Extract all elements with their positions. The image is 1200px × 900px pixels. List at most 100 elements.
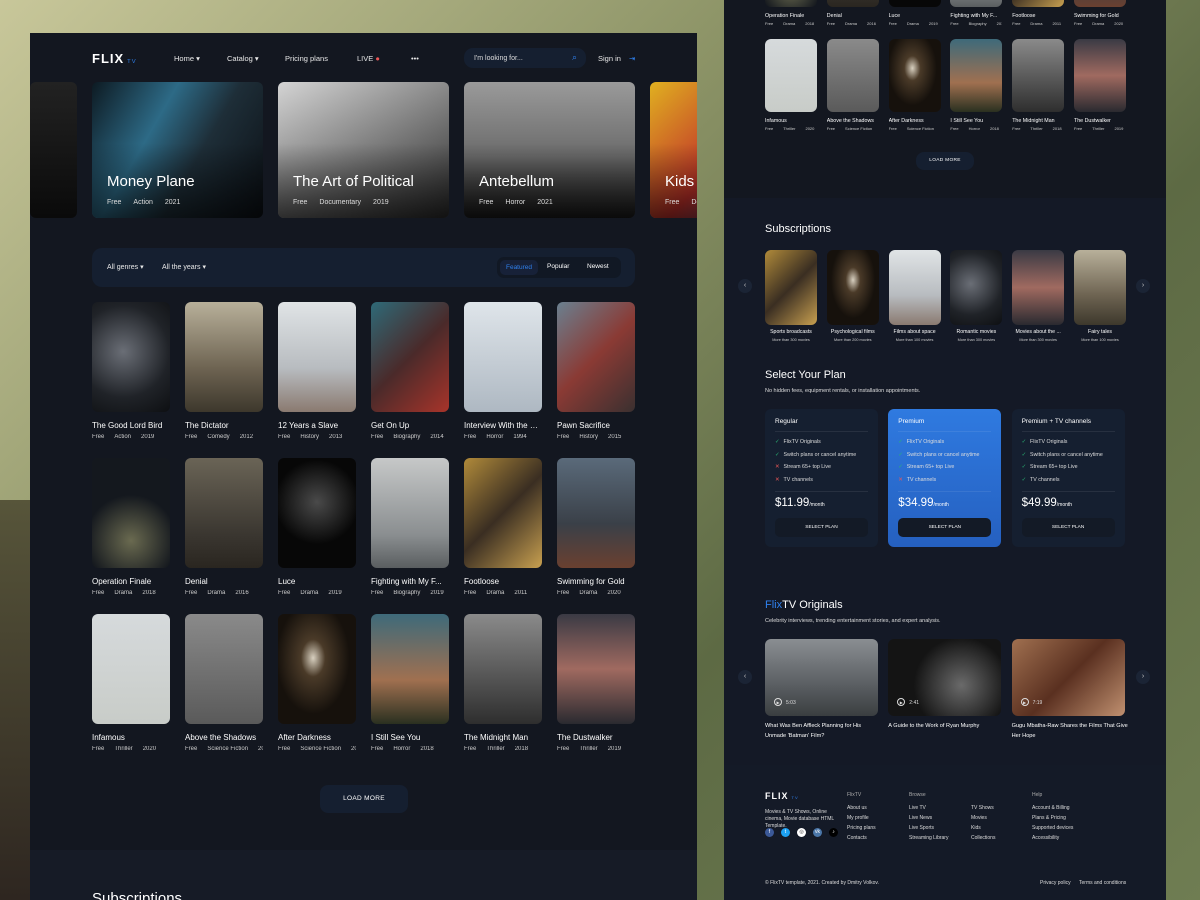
original-video-card[interactable]: ▶ 7:19 [1011,639,1125,716]
more-menu-icon[interactable]: ••• [411,54,419,63]
hero-card[interactable]: The Art of Political Free Documentary 2019 [278,82,449,218]
footer-link[interactable]: Plans & Pricing [1032,815,1066,821]
movie-title[interactable]: Swimming for Gold [557,577,635,586]
select-plan-button[interactable]: SELECT PLAN [1021,518,1115,537]
prev-arrow-icon[interactable]: ‹ [738,670,752,684]
movie-poster[interactable] [464,302,542,412]
hero-card[interactable]: Antebellum Free Horror 2021 [464,82,635,218]
movie-poster[interactable] [826,0,879,7]
genre-dropdown[interactable]: All genres ▾ [107,263,144,271]
original-video-card[interactable]: ▶ 5:03 [765,639,878,716]
subscription-card[interactable] [1074,250,1126,325]
footer-link[interactable]: TV Shows [971,805,994,811]
subscription-card[interactable] [1012,250,1065,325]
movie-title[interactable]: Above the Shadows [827,118,879,124]
privacy-link[interactable]: Privacy policy [1040,880,1071,886]
footer-logo[interactable]: FLIX TV [765,791,799,801]
movie-title[interactable]: Operation Finale [92,577,170,586]
subscription-card[interactable] [826,250,879,325]
play-icon[interactable]: ▶ [1020,698,1029,706]
footer-link[interactable]: Contacts [847,835,867,841]
movie-poster[interactable] [1074,39,1126,112]
movie-poster[interactable] [371,458,449,568]
original-title[interactable]: Gugu Mbatha-Raw Shares the Films That Gi… [1012,721,1130,741]
movie-title[interactable]: The Good Lord Bird [92,421,170,430]
logo[interactable]: FLIX TV [92,51,137,66]
subscription-card[interactable] [888,250,941,325]
original-video-card[interactable]: ▶ 2:41 [888,639,1002,716]
footer-link[interactable]: Live TV [909,805,926,811]
movie-title[interactable]: Swimming for Gold [1074,13,1126,19]
movie-title[interactable]: Interview With the Vampire [464,421,542,430]
movie-poster[interactable] [278,458,356,568]
sign-in-link[interactable]: Sign in ⇥ [598,54,635,63]
movie-poster[interactable] [185,614,263,724]
twitter-icon[interactable]: t [781,828,790,837]
select-plan-button[interactable]: SELECT PLAN [898,518,992,537]
load-more-button[interactable]: LOAD MORE [320,785,408,813]
movie-title[interactable]: After Darkness [889,118,941,124]
movie-poster[interactable] [826,39,879,112]
movie-title[interactable]: Footloose [464,577,542,586]
footer-link[interactable]: Kids [971,825,981,831]
movie-poster[interactable] [92,614,170,724]
subscription-card[interactable] [950,250,1003,325]
footer-link[interactable]: Live News [909,815,932,821]
movie-title[interactable]: Denial [185,577,263,586]
movie-poster[interactable] [888,0,941,7]
movie-poster[interactable] [950,0,1003,7]
terms-link[interactable]: Terms and conditions [1079,880,1126,886]
original-title[interactable]: What Was Ben Affleck Planning for His Un… [765,721,883,741]
movie-poster[interactable] [371,302,449,412]
instagram-icon[interactable]: ◎ [797,828,806,837]
facebook-icon[interactable]: f [765,828,774,837]
movie-title[interactable]: The Dustwalker [557,733,635,742]
movie-title[interactable]: Luce [889,13,941,19]
movie-poster[interactable] [888,39,941,112]
movie-title[interactable]: The Dustwalker [1074,118,1126,124]
movie-title[interactable]: Pawn Sacrifice [557,421,635,430]
subscription-card[interactable] [765,250,817,325]
footer-link[interactable]: Account & Billing [1032,805,1070,811]
tab-popular[interactable]: Popular [547,263,569,270]
nav-pricing[interactable]: Pricing plans [285,54,328,63]
footer-link[interactable]: Supported devices [1032,825,1073,831]
nav-catalog[interactable]: Catalog ▾ [227,54,259,63]
movie-title[interactable]: Denial [827,13,879,19]
play-icon[interactable]: ▶ [774,698,782,706]
movie-poster[interactable] [557,302,635,412]
movie-title[interactable]: After Darkness [278,733,356,742]
movie-title[interactable]: The Dictator [185,421,263,430]
movie-title[interactable]: Luce [278,577,356,586]
original-title[interactable]: A Guide to the Work of Ryan Murphy [888,721,1006,731]
nav-live[interactable]: LIVE ● [357,54,380,63]
movie-title[interactable]: The Midnight Man [464,733,542,742]
nav-home[interactable]: Home ▾ [174,54,200,63]
movie-title[interactable]: Infamous [765,118,817,124]
hero-card[interactable]: Kids Free Do [650,82,697,218]
movie-poster[interactable] [92,302,170,412]
movie-poster[interactable] [1012,39,1065,112]
footer-link[interactable]: Live Sports [909,825,934,831]
tab-featured[interactable]: Featured [500,260,538,275]
movie-poster[interactable] [557,458,635,568]
movie-poster[interactable] [950,39,1003,112]
footer-link[interactable]: Collections [971,835,995,841]
movie-title[interactable]: Footloose [1012,13,1064,19]
footer-link[interactable]: My profile [847,815,869,821]
movie-title[interactable]: Operation Finale [765,13,817,19]
select-plan-button[interactable]: SELECT PLAN [775,518,868,537]
movie-title[interactable]: Above the Shadows [185,733,263,742]
year-dropdown[interactable]: All the years ▾ [162,263,206,271]
movie-poster[interactable] [185,302,263,412]
load-more-button[interactable]: LOAD MORE [916,152,974,170]
footer-link[interactable]: Streaming Library [909,835,948,841]
movie-poster[interactable] [1012,0,1065,7]
movie-title[interactable]: Get On Up [371,421,449,430]
footer-link[interactable]: Movies [971,815,987,821]
hero-card[interactable]: Money Plane Free Action 2021 [92,82,263,218]
movie-title[interactable]: Infamous [92,733,170,742]
movie-title[interactable]: The Midnight Man [1012,118,1064,124]
movie-title[interactable]: Fighting with My F... [371,577,449,586]
movie-poster[interactable] [765,0,817,7]
